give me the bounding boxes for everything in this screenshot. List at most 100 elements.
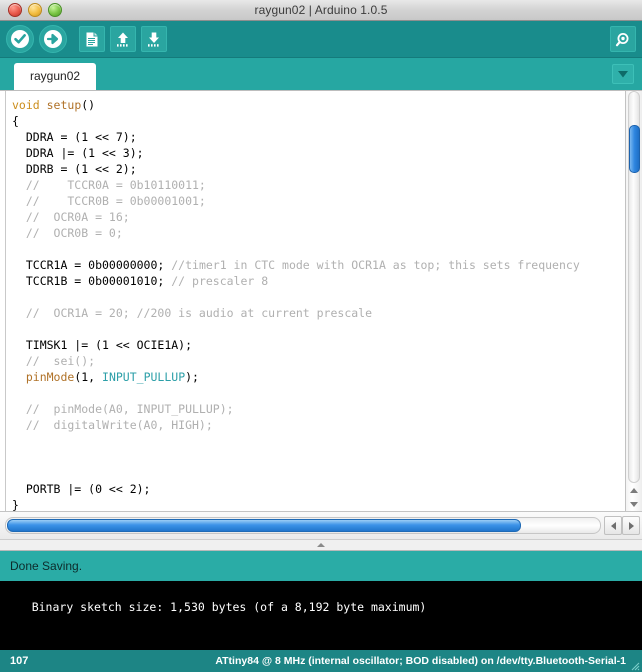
close-button[interactable] [8,3,22,17]
check-circle-icon [11,30,29,48]
tab-raygun02[interactable]: raygun02 [14,63,97,90]
open-button[interactable] [110,26,136,52]
code-line: // TCCR0A = 0b10110011; [12,177,625,193]
code-token: TCCR1A = 0b00000000; [12,258,172,272]
code-token: DDRB = (1 << 2); [12,162,137,176]
code-line: // sei(); [12,353,625,369]
document-icon [85,31,99,47]
code-token: DDRA |= (1 << 3); [12,146,144,160]
code-token: // sei(); [12,354,96,368]
upload-button[interactable] [39,25,67,53]
code-token: // OCR1A = 20; //200 is audio at current… [12,306,373,320]
console-output[interactable]: Binary sketch size: 1,530 bytes (of a 8,… [0,581,642,650]
code-token: // OCR0B = 0; [12,226,123,240]
scroll-down-icon[interactable] [630,501,638,507]
code-token: TCCR1B = 0b00001010; [12,274,172,288]
code-token: PORTB |= (0 << 2); [12,482,151,496]
chevron-down-icon [618,70,628,77]
code-token: } [12,498,19,511]
code-token: // TCCR0A = 0b10110011; [12,178,206,192]
code-line: DDRB = (1 << 2); [12,161,625,177]
code-line: TCCR1A = 0b00000000; //timer1 in CTC mod… [12,257,625,273]
vscrollbar-thumb[interactable] [629,125,640,173]
resize-grip-icon[interactable] [628,659,640,671]
code-line: void setup() [12,97,625,113]
code-token: { [12,114,19,128]
code-line: TCCR1B = 0b00001010; // prescaler 8 [12,273,625,289]
code-token: INPUT_PULLUP [102,370,186,384]
code-token: // digitalWrite(A0, HIGH); [12,418,213,432]
tab-menu-button[interactable] [612,64,634,84]
code-token: //timer1 in CTC mode with OCR1A as top; … [171,258,580,272]
code-line: DDRA = (1 << 7); [12,129,625,145]
scroll-up-icon[interactable] [630,487,638,493]
new-button[interactable] [79,26,105,52]
code-token: TIMSK1 |= (1 << OCIE1A); [12,338,193,352]
bottom-status-bar: 107 ATtiny84 @ 8 MHz (internal oscillato… [0,650,642,672]
tab-bar: raygun02 [0,58,642,90]
code-token: (1, [74,370,103,384]
verify-button[interactable] [6,25,34,53]
code-editor[interactable]: void setup(){ DDRA = (1 << 7); DDRA |= (… [6,91,625,511]
code-line: } [12,497,625,511]
toolbar-primary-group [6,25,67,53]
editor-vertical-scrollbar[interactable] [625,91,642,511]
code-token: // OCR0A = 16; [12,210,130,224]
editor-area: void setup(){ DDRA = (1 << 7); DDRA |= (… [0,90,642,511]
arrow-right-circle-icon [44,30,62,48]
arrow-right-icon [628,521,634,530]
hscrollbar-track[interactable] [5,517,601,534]
tab-label: raygun02 [30,69,81,83]
code-line: // OCR0A = 16; [12,209,625,225]
minimize-button[interactable] [28,3,42,17]
save-button[interactable] [141,26,167,52]
window-controls [0,3,62,17]
title-bar: raygun02 | Arduino 1.0.5 [0,0,642,21]
panel-splitter[interactable] [0,539,642,551]
window-title: raygun02 | Arduino 1.0.5 [254,3,388,17]
console-text: Binary sketch size: 1,530 bytes (of a 8,… [31,600,427,614]
code-token: // pinMode(A0, INPUT_PULLUP); [12,402,234,416]
code-token: // TCCR0B = 0b00001001; [12,194,206,208]
code-line: // OCR0B = 0; [12,225,625,241]
code-line: // pinMode(A0, INPUT_PULLUP); [12,401,625,417]
code-line: { [12,113,625,129]
editor-horizontal-scrollbar[interactable] [0,511,642,539]
splitter-handle-icon [317,543,325,547]
hscrollbar-thumb[interactable] [7,519,521,532]
code-token: setup [46,98,82,112]
arrow-up-icon [117,32,128,47]
arrow-left-icon [610,521,616,530]
scroll-left-button[interactable] [604,516,622,535]
status-message-text: Done Saving. [10,559,83,573]
code-token: pinMode [25,370,75,384]
vscrollbar-arrows[interactable] [628,483,640,511]
arduino-ide-window: raygun02 | Arduino 1.0.5 raygun02 void s… [0,0,642,672]
code-token: () [81,98,96,112]
code-line: // TCCR0B = 0b00001001; [12,193,625,209]
zoom-button[interactable] [48,3,62,17]
code-line: DDRA |= (1 << 3); [12,145,625,161]
arrow-down-icon [148,32,159,47]
magnifier-icon [615,32,628,46]
code-token: // prescaler 8 [171,274,269,288]
scroll-right-button[interactable] [622,516,640,535]
serial-monitor-button[interactable] [610,26,636,52]
code-line: // digitalWrite(A0, HIGH); [12,417,625,433]
code-line: pinMode(1, INPUT_PULLUP); [12,369,625,385]
status-message-bar: Done Saving. [0,551,642,581]
code-line: PORTB |= (0 << 2); [12,481,625,497]
code-token: ); [185,370,199,384]
code-line: TIMSK1 |= (1 << OCIE1A); [12,337,625,353]
line-number-indicator: 107 [10,655,29,667]
board-info-label: ATtiny84 @ 8 MHz (internal oscillator; B… [215,655,626,667]
code-line: // OCR1A = 20; //200 is audio at current… [12,305,625,321]
toolbar-file-group [79,26,167,52]
